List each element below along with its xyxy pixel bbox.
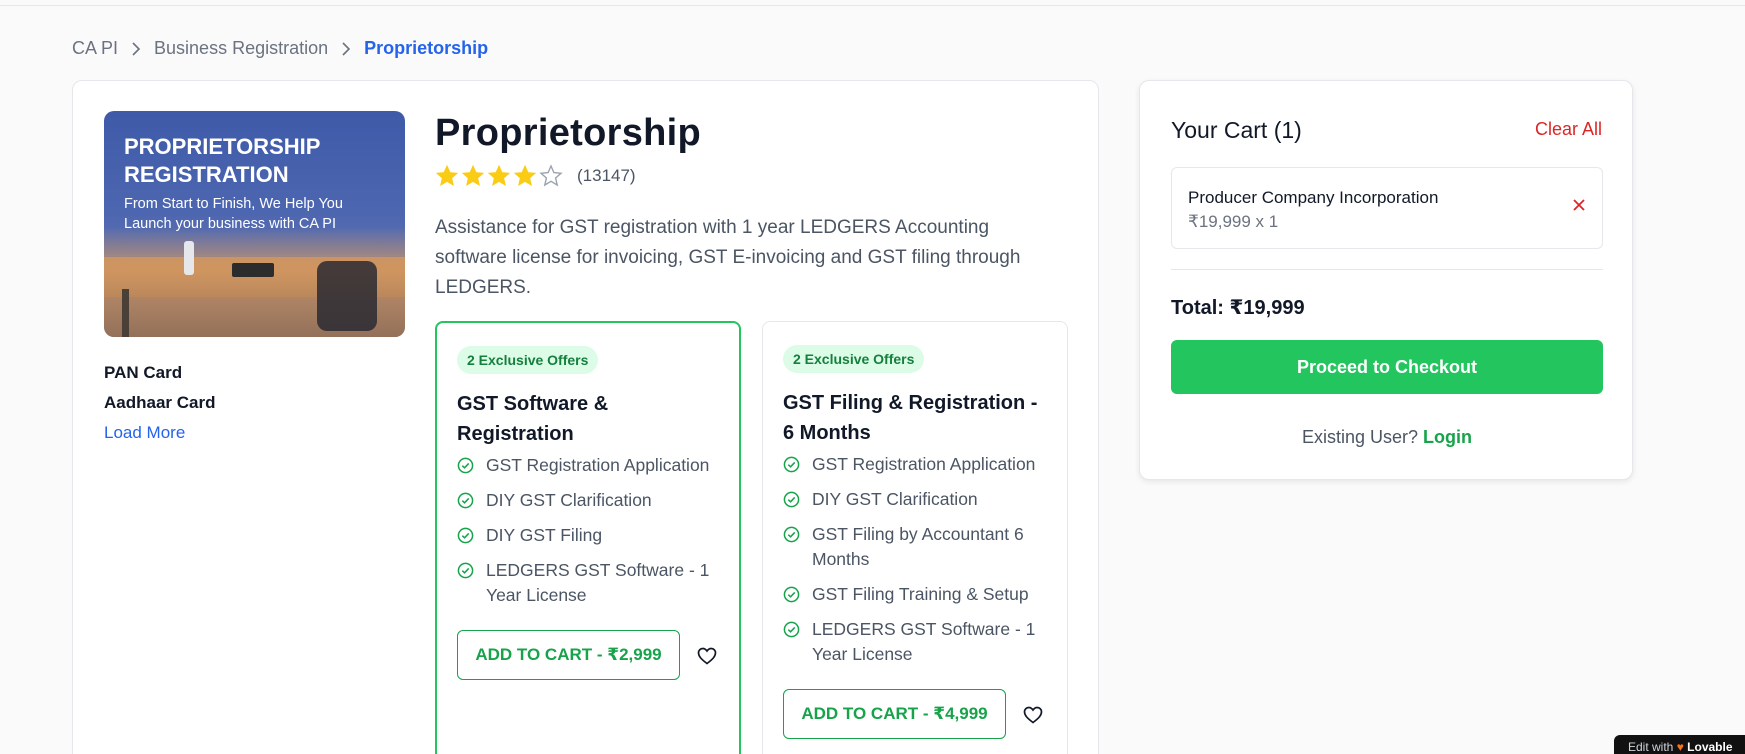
check-circle-icon bbox=[783, 621, 800, 638]
cart-divider bbox=[1171, 269, 1603, 270]
edit-with-badge[interactable]: Edit with ♥ Lovable bbox=[1614, 735, 1745, 754]
rating-stars bbox=[435, 164, 563, 188]
star-filled-icon bbox=[487, 164, 511, 187]
cart-total: Total: ₹19,999 bbox=[1171, 297, 1305, 319]
heart-icon[interactable] bbox=[1023, 706, 1043, 724]
review-count: (13147) bbox=[577, 166, 636, 185]
breadcrumb-item-home[interactable]: CA PI bbox=[72, 38, 118, 59]
breadcrumb-item-business-registration[interactable]: Business Registration bbox=[154, 38, 328, 59]
existing-user-label: Existing User? bbox=[1301, 427, 1419, 447]
offers-badge: 2 Exclusive Offers bbox=[457, 346, 599, 374]
document-item: Aadhaar Card bbox=[104, 393, 216, 412]
offers-badge: 2 Exclusive Offers bbox=[783, 345, 925, 373]
star-empty-icon bbox=[539, 164, 563, 187]
feature-item: GST Registration Application bbox=[783, 452, 1053, 477]
documents-list: PAN Card Aadhaar Card Load More bbox=[104, 358, 215, 448]
chevron-right-icon bbox=[131, 41, 141, 56]
cart-title: Your Cart (1) bbox=[1171, 117, 1302, 143]
check-circle-icon bbox=[783, 456, 800, 473]
heart-icon: ♥ bbox=[1676, 740, 1684, 754]
rating: (13147) bbox=[435, 164, 636, 188]
feature-item: LEDGERS GST Software - 1 Year License bbox=[783, 617, 1053, 667]
add-to-cart-button[interactable]: ADD TO CART - ₹4,999 bbox=[783, 689, 1006, 739]
heart-icon[interactable] bbox=[697, 647, 717, 665]
cart-item: Producer Company Incorporation ₹19,999 x… bbox=[1171, 167, 1603, 249]
check-circle-icon bbox=[457, 457, 474, 474]
edit-badge-brand: Lovable bbox=[1687, 740, 1733, 754]
load-more-link[interactable]: Load More bbox=[104, 418, 215, 448]
breadcrumb: CA PI Business Registration Proprietorsh… bbox=[72, 38, 488, 59]
plan-title: GST Software & Registration bbox=[457, 393, 609, 445]
feature-item: GST Filing by Accountant 6 Months bbox=[783, 522, 1053, 572]
hero-image: PROPRIETORSHIP REGISTRATION From Start t… bbox=[104, 111, 405, 337]
plan-features: GST Registration Application DIY GST Cla… bbox=[783, 452, 1053, 677]
plan-card-gst-software[interactable]: 2 Exclusive Offers GST Software & Regist… bbox=[435, 321, 741, 754]
star-filled-icon bbox=[435, 164, 459, 187]
plan-card-gst-filing[interactable]: 2 Exclusive Offers GST Filing & Registra… bbox=[762, 321, 1068, 754]
hero-title: PROPRIETORSHIP REGISTRATION bbox=[124, 134, 321, 187]
document-item: PAN Card bbox=[104, 363, 183, 382]
breadcrumb-item-current: Proprietorship bbox=[364, 38, 489, 58]
add-to-cart-button[interactable]: ADD TO CART - ₹2,999 bbox=[457, 630, 680, 680]
feature-item: DIY GST Filing bbox=[457, 523, 727, 548]
cart-item-name: Producer Company Incorporation bbox=[1188, 188, 1439, 207]
chevron-right-icon bbox=[341, 41, 351, 56]
check-circle-icon bbox=[783, 491, 800, 508]
cart-panel: Your Cart (1) Clear All Producer Company… bbox=[1139, 80, 1633, 480]
star-filled-icon bbox=[461, 164, 485, 187]
hero-subtitle: From Start to Finish, We Help You Launch… bbox=[124, 196, 343, 232]
feature-item: LEDGERS GST Software - 1 Year License bbox=[457, 558, 727, 608]
proceed-to-checkout-button[interactable]: Proceed to Checkout bbox=[1171, 340, 1603, 394]
check-circle-icon bbox=[457, 492, 474, 509]
plan-features: GST Registration Application DIY GST Cla… bbox=[457, 453, 727, 618]
plan-title: GST Filing & Registration - 6 Months bbox=[783, 392, 1038, 444]
top-divider bbox=[0, 5, 1745, 6]
existing-user-line: Existing User? Login bbox=[1171, 427, 1603, 448]
page-title: Proprietorship bbox=[435, 112, 702, 154]
cart-item-price: ₹19,999 x 1 bbox=[1188, 212, 1279, 231]
check-circle-icon bbox=[783, 526, 800, 543]
close-icon[interactable] bbox=[1572, 198, 1586, 212]
clear-all-button[interactable]: Clear All bbox=[1535, 119, 1602, 140]
check-circle-icon bbox=[783, 586, 800, 603]
check-circle-icon bbox=[457, 562, 474, 579]
product-description: Assistance for GST registration with 1 y… bbox=[435, 217, 1021, 298]
feature-item: DIY GST Clarification bbox=[457, 488, 727, 513]
star-filled-icon bbox=[513, 164, 537, 187]
feature-item: GST Filing Training & Setup bbox=[783, 582, 1053, 607]
feature-item: GST Registration Application bbox=[457, 453, 727, 478]
login-link[interactable]: Login bbox=[1423, 427, 1472, 447]
check-circle-icon bbox=[457, 527, 474, 544]
feature-item: DIY GST Clarification bbox=[783, 487, 1053, 512]
edit-badge-text: Edit with bbox=[1628, 740, 1674, 754]
